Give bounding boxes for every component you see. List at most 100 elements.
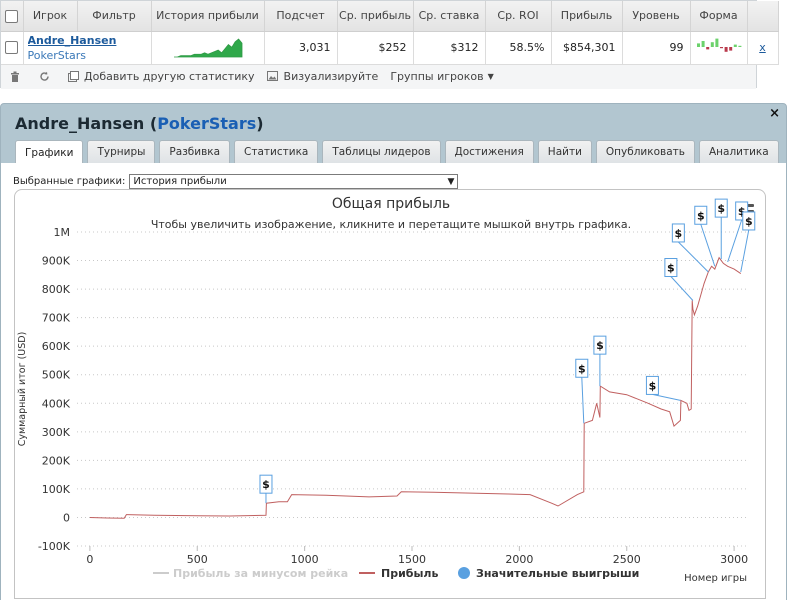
y-tick-label: 0: [63, 511, 70, 524]
column-header-profit[interactable]: Прибыль: [551, 1, 623, 32]
form-bar: [696, 42, 700, 47]
graph-select-dropdown[interactable]: История прибыли ▼: [129, 174, 459, 189]
x-tick-label: 2000: [505, 553, 533, 566]
x-tick-label: 500: [187, 553, 208, 566]
column-header-level[interactable]: Уровень: [622, 1, 691, 32]
x-tick-label: 1500: [398, 553, 426, 566]
column-header-count[interactable]: Подсчет: [264, 1, 338, 32]
profit-chart-container[interactable]: Общая прибыль Чтобы увеличить изображени…: [14, 189, 766, 599]
add-statistic-label: Добавить другую статистику: [84, 70, 255, 83]
big-win-connector: [740, 229, 750, 273]
form-bar: [724, 46, 728, 52]
tab-breakdown[interactable]: Разбивка: [159, 140, 231, 163]
y-tick-label: 600K: [42, 340, 71, 353]
column-header-avg-roi[interactable]: Ср. ROI: [485, 1, 552, 32]
column-header-avg-profit[interactable]: Ср. прибыль: [337, 1, 414, 32]
table-header-row: Игрок Фильтр История прибыли Подсчет Ср.…: [1, 1, 779, 32]
x-tick-label: 1000: [291, 553, 319, 566]
y-tick-label: 500K: [42, 369, 71, 382]
big-win-flag-label: $: [596, 339, 604, 352]
player-cell: Andre_Hansen PokerStars: [23, 31, 152, 65]
add-statistic-button[interactable]: Добавить другую статистику: [67, 70, 255, 83]
tab-publish[interactable]: Опубликовать: [595, 140, 695, 163]
row-checkbox[interactable]: [1, 31, 24, 65]
big-win-connector: [727, 219, 743, 263]
player-detail-panel: × Andre_Hansen (PokerStars) Графики Турн…: [0, 103, 787, 600]
column-header-profit-history[interactable]: История прибыли: [151, 1, 265, 32]
column-header-player[interactable]: Игрок: [23, 1, 78, 32]
y-tick-label: 1M: [54, 226, 71, 239]
player-name-link[interactable]: Andre_Hansen: [28, 33, 145, 48]
x-axis-title: Номер игры: [684, 573, 747, 584]
visualize-button[interactable]: Визуализируйте: [267, 70, 378, 83]
y-tick-label: 700K: [42, 312, 71, 325]
player-groups-dropdown[interactable]: Группы игроков ▼: [390, 70, 493, 83]
close-panel-button[interactable]: ×: [769, 106, 780, 121]
player-stats-panel: Игрок Фильтр История прибыли Подсчет Ср.…: [0, 0, 779, 89]
y-axis-title: Суммарный итог (USD): [17, 332, 28, 447]
profit-history-sparkline-cell: [151, 31, 265, 65]
refresh-button[interactable]: [38, 71, 55, 83]
chevron-down-icon: ▼: [447, 176, 455, 187]
tab-achievements[interactable]: Достижения: [444, 140, 534, 163]
column-header-filter[interactable]: Фильтр: [77, 1, 152, 32]
legend-no-rake-label: Прибыль за минусом рейка: [173, 567, 348, 580]
stats-toolbar: Добавить другую статистику Визуализируйт…: [1, 64, 756, 89]
panel-player-site-link[interactable]: PokerStars: [157, 114, 256, 133]
tab-find[interactable]: Найти: [537, 140, 592, 163]
x-tick-label: 0: [86, 553, 93, 566]
big-win-connector: [670, 276, 694, 301]
player-stats-table: Игрок Фильтр История прибыли Подсчет Ср.…: [1, 1, 779, 65]
big-win-connector: [652, 393, 681, 401]
form-bar: [705, 46, 709, 49]
chevron-down-icon: ▼: [487, 72, 494, 81]
remove-player-link[interactable]: x: [759, 41, 766, 54]
legend-profit-label: Прибыль: [381, 567, 438, 580]
graph-select-row: Выбранные графики: История прибыли ▼: [13, 174, 459, 189]
tab-graphs[interactable]: Графики: [15, 140, 84, 164]
tab-tournaments[interactable]: Турниры: [87, 140, 156, 163]
big-win-flag-label: $: [717, 202, 725, 215]
legend-big-wins-swatch: [458, 567, 470, 579]
y-tick-label: 400K: [42, 397, 71, 410]
add-stat-icon: [67, 70, 79, 83]
big-win-flag-label: $: [675, 227, 683, 240]
player-site-link[interactable]: PokerStars: [28, 48, 145, 63]
delete-button[interactable]: [9, 71, 26, 83]
y-tick-label: 100K: [42, 483, 71, 496]
y-tick-label: -100K: [38, 540, 71, 553]
form-bar: [701, 40, 705, 47]
form-bar: [733, 44, 737, 47]
big-win-connector: [677, 241, 709, 273]
select-all-checkbox[interactable]: [1, 1, 24, 32]
x-tick-label: 2500: [613, 553, 641, 566]
form-bar: [728, 46, 732, 51]
form-bar: [710, 41, 714, 47]
column-header-remove: [747, 1, 779, 32]
form-chart[interactable]: [694, 37, 744, 59]
tab-leaderboards[interactable]: Таблицы лидеров: [322, 140, 441, 163]
avg-roi-value: 58.5%: [485, 31, 552, 65]
refresh-icon: [38, 71, 50, 83]
tab-analytics[interactable]: Аналитика: [698, 140, 779, 163]
column-header-avg-stake[interactable]: Ср. ставка: [413, 1, 486, 32]
form-chart-cell: [690, 31, 748, 65]
table-row: Andre_Hansen PokerStars 3,031 $252 $312 …: [1, 31, 779, 65]
avg-profit-value: $252: [337, 31, 414, 65]
big-win-flag-label: $: [649, 379, 657, 392]
big-win-flag-label: $: [262, 478, 270, 491]
form-bar: [719, 46, 723, 48]
level-value: 99: [622, 31, 691, 65]
y-tick-label: 900K: [42, 255, 71, 268]
column-header-form[interactable]: Форма: [690, 1, 748, 32]
legend-big-wins-label: Значительные выигрыши: [476, 567, 639, 580]
profit-chart-svg[interactable]: -100K 0 100K 200K 300K 400K 500K 600K 700K 800K 90…: [15, 190, 767, 600]
big-win-flag-label: $: [667, 262, 675, 275]
profit-series-line: [89, 256, 742, 519]
sparkline-area: [173, 37, 242, 57]
profit-history-sparkline[interactable]: [170, 37, 246, 59]
y-tick-label: 300K: [42, 426, 71, 439]
trash-icon: [9, 71, 21, 83]
tab-statistics[interactable]: Статистика: [234, 140, 319, 163]
form-bar: [737, 45, 741, 47]
